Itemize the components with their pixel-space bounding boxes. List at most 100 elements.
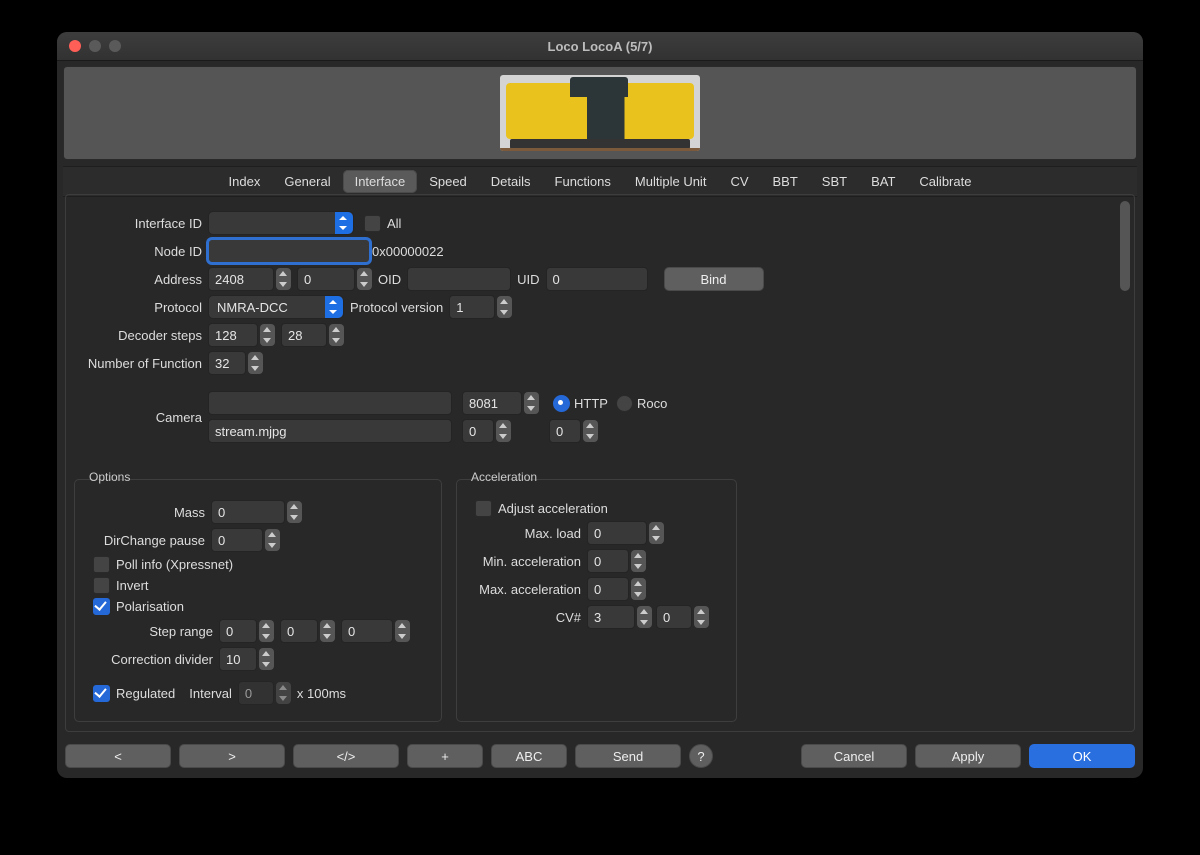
decoder-steps1-value: 128 [215,328,237,343]
label-decoder-steps: Decoder steps [74,328,208,343]
send-button[interactable]: Send [575,744,681,768]
address2-stepper-arrows[interactable] [357,268,372,290]
chevron-updown-icon[interactable] [325,296,343,318]
address2-stepper[interactable]: 0 [297,267,355,291]
min-acceleration-arrows[interactable] [631,550,646,572]
correction-divider-stepper[interactable]: 10 [219,647,257,671]
tab-general[interactable]: General [272,170,342,193]
tab-interface[interactable]: Interface [343,170,418,193]
label-step-range: Step range [87,624,219,639]
step-range2-arrows[interactable] [320,620,335,642]
next-button[interactable]: > [179,744,285,768]
interval-arrows[interactable] [276,682,291,704]
chevron-updown-icon[interactable] [335,212,353,234]
label-interface-id: Interface ID [74,216,208,231]
mass-arrows[interactable] [287,501,302,523]
protocol-version-stepper[interactable]: 1 [449,295,495,319]
decoder-steps2-value: 28 [288,328,302,343]
adjust-acceleration-checkbox[interactable] [475,500,492,517]
add-button[interactable]: + [407,744,483,768]
camera-port-arrows[interactable] [524,392,539,414]
mass-value: 0 [218,505,225,520]
tab-speed[interactable]: Speed [417,170,479,193]
camera-v1-arrows[interactable] [496,420,511,442]
label-max-acceleration: Max. acceleration [469,582,587,597]
scrollbar[interactable] [1120,201,1130,291]
protocol-version-arrows[interactable] [497,296,512,318]
step-range1-stepper[interactable]: 0 [219,619,257,643]
cv-num-arrows[interactable] [637,606,652,628]
interface-id-combo[interactable] [208,211,354,235]
regulated-checkbox[interactable] [93,685,110,702]
tab-cv[interactable]: CV [718,170,760,193]
mass-stepper[interactable]: 0 [211,500,285,524]
label-regulated: Regulated [116,686,175,701]
tab-bat[interactable]: BAT [859,170,907,193]
max-acceleration-arrows[interactable] [631,578,646,600]
dirchange-pause-stepper[interactable]: 0 [211,528,263,552]
prev-button[interactable]: < [65,744,171,768]
decoder-steps2-arrows[interactable] [329,324,344,346]
number-of-function-stepper[interactable]: 32 [208,351,246,375]
cv-val-stepper[interactable]: 0 [656,605,692,629]
max-load-arrows[interactable] [649,522,664,544]
ok-button[interactable]: OK [1029,744,1135,768]
label-polarisation: Polarisation [116,599,184,614]
cv-num-value: 3 [594,610,601,625]
step-range1-arrows[interactable] [259,620,274,642]
max-load-stepper[interactable]: 0 [587,521,647,545]
camera-v2-arrows[interactable] [583,420,598,442]
uid-input[interactable] [546,267,648,291]
polarisation-checkbox[interactable] [93,598,110,615]
tab-bbt[interactable]: BBT [761,170,810,193]
camera-roco-radio[interactable] [616,395,633,412]
code-button[interactable]: </> [293,744,399,768]
camera-path-input[interactable] [208,419,452,443]
max-acceleration-stepper[interactable]: 0 [587,577,629,601]
protocol-combo[interactable]: NMRA-DCC [208,295,344,319]
oid-input[interactable] [407,267,511,291]
min-acceleration-stepper[interactable]: 0 [587,549,629,573]
step-range3-stepper[interactable]: 0 [341,619,393,643]
correction-divider-arrows[interactable] [259,648,274,670]
label-address: Address [74,272,208,287]
step-range3-arrows[interactable] [395,620,410,642]
abc-button[interactable]: ABC [491,744,567,768]
cv-val-arrows[interactable] [694,606,709,628]
help-button[interactable]: ? [689,744,713,768]
all-checkbox[interactable] [364,215,381,232]
address-stepper-arrows[interactable] [276,268,291,290]
label-correction-divider: Correction divider [87,652,219,667]
tab-calibrate[interactable]: Calibrate [907,170,983,193]
label-uid: UID [511,272,545,287]
camera-v2-stepper[interactable]: 0 [549,419,581,443]
label-adjust-acceleration: Adjust acceleration [498,501,608,516]
number-of-function-arrows[interactable] [248,352,263,374]
address-value: 2408 [215,272,244,287]
camera-host-input[interactable] [208,391,452,415]
interval-stepper[interactable]: 0 [238,681,274,705]
tab-sbt[interactable]: SBT [810,170,859,193]
camera-port-stepper[interactable]: 8081 [462,391,522,415]
bind-button[interactable]: Bind [664,267,764,291]
poll-info-checkbox[interactable] [93,556,110,573]
camera-http-radio[interactable] [553,395,570,412]
camera-v1-stepper[interactable]: 0 [462,419,494,443]
node-id-hex: 0x00000022 [370,244,450,259]
decoder-steps1-arrows[interactable] [260,324,275,346]
decoder-steps2-stepper[interactable]: 28 [281,323,327,347]
tab-index[interactable]: Index [217,170,273,193]
acceleration-group: Acceleration Adjust acceleration Max. lo… [456,479,737,722]
apply-button[interactable]: Apply [915,744,1021,768]
dirchange-pause-arrows[interactable] [265,529,280,551]
decoder-steps1-stepper[interactable]: 128 [208,323,258,347]
cv-num-stepper[interactable]: 3 [587,605,635,629]
invert-checkbox[interactable] [93,577,110,594]
tab-multiple-unit[interactable]: Multiple Unit [623,170,719,193]
tab-details[interactable]: Details [479,170,543,193]
node-id-input[interactable] [208,239,370,263]
step-range2-stepper[interactable]: 0 [280,619,318,643]
address-stepper[interactable]: 2408 [208,267,274,291]
tab-functions[interactable]: Functions [543,170,623,193]
cancel-button[interactable]: Cancel [801,744,907,768]
